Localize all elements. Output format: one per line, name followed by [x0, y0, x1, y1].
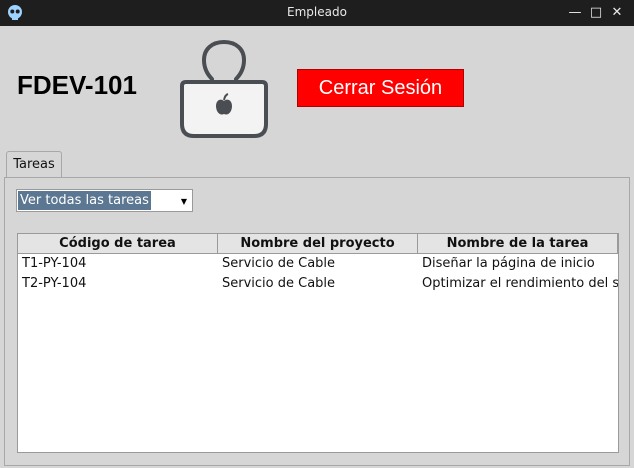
logout-button[interactable]: Cerrar Sesión — [297, 69, 464, 107]
window-title: Empleado — [287, 5, 347, 19]
column-header-project-name[interactable]: Nombre del proyecto — [218, 234, 418, 253]
employee-id-label: FDEV-101 — [17, 70, 137, 100]
table-header: Código de tarea Nombre del proyecto Nomb… — [18, 234, 618, 254]
cell-project-name: Servicio de Cable — [222, 276, 336, 291]
tasks-table[interactable]: Código de tarea Nombre del proyecto Nomb… — [17, 233, 619, 453]
user-laptop-icon — [180, 40, 268, 138]
table-row[interactable]: T2-PY-104 Servicio de Cable Optimizar el… — [18, 274, 618, 294]
column-header-task-name[interactable]: Nombre de la tarea — [418, 234, 618, 253]
maximize-icon[interactable]: □ — [587, 4, 605, 22]
title-bar[interactable]: Empleado — □ ✕ — [0, 0, 634, 26]
cell-project-name: Servicio de Cable — [222, 256, 336, 271]
cell-task-code: T2-PY-104 — [22, 276, 87, 291]
cell-task-name: Optimizar el rendimiento del s — [422, 276, 618, 291]
table-row[interactable]: T1-PY-104 Servicio de Cable Diseñar la p… — [18, 254, 618, 274]
cell-task-name: Diseñar la página de inicio — [422, 256, 595, 271]
main-content: FDEV-101 Cerrar Sesión Tareas Ver todas … — [4, 26, 630, 468]
task-filter-value: Ver todas las tareas — [18, 191, 151, 210]
close-icon[interactable]: ✕ — [608, 4, 626, 22]
tab-tareas[interactable]: Tareas — [6, 151, 62, 177]
cell-task-code: T1-PY-104 — [22, 256, 87, 271]
minimize-icon[interactable]: — — [566, 4, 584, 22]
chevron-down-icon[interactable]: ▼ — [177, 191, 191, 210]
task-filter-select[interactable]: Ver todas las tareas ▼ — [16, 189, 193, 212]
column-header-task-code[interactable]: Código de tarea — [18, 234, 218, 253]
tareas-panel: Ver todas las tareas ▼ Código de tarea N… — [4, 177, 630, 466]
employee-window: Empleado — □ ✕ FDEV-101 Cerrar Sesión Ta… — [0, 0, 634, 468]
